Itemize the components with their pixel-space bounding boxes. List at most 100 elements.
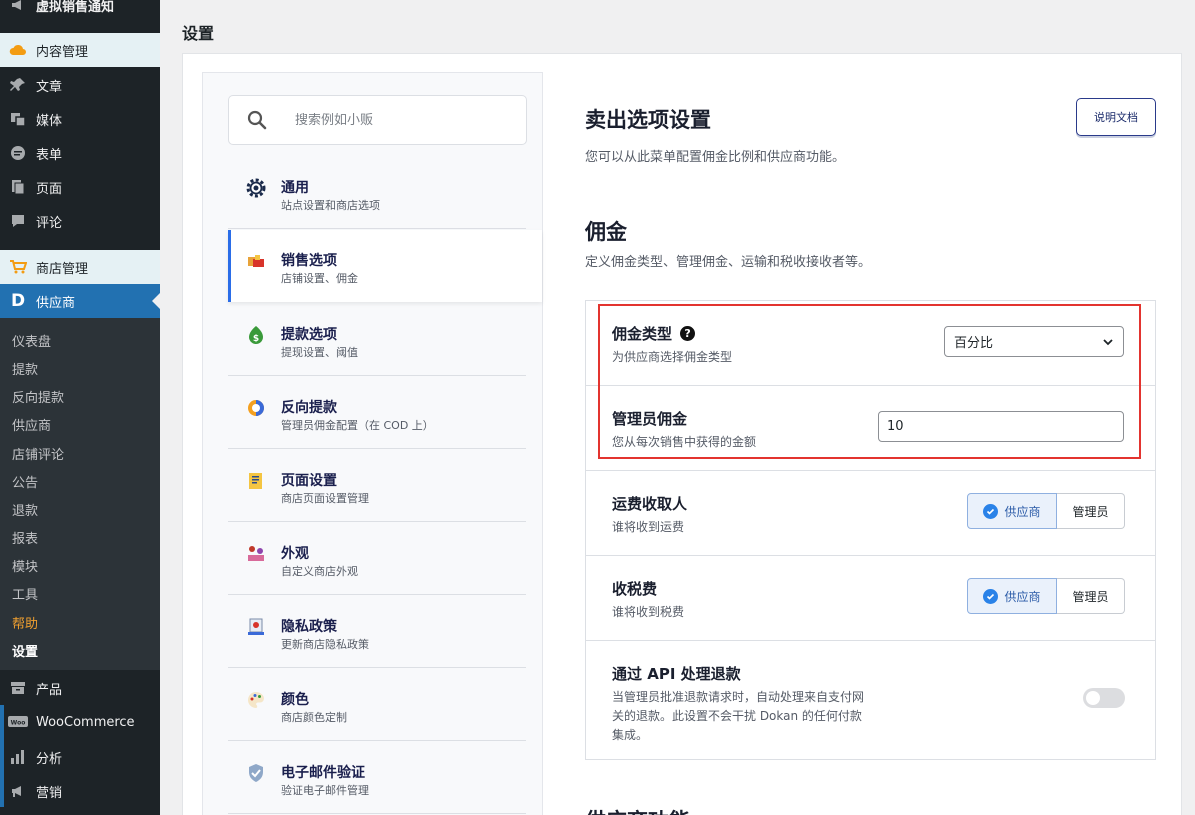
menu-item-media[interactable]: 媒体 bbox=[0, 102, 160, 136]
menu-item-comments[interactable]: 评论 bbox=[0, 204, 160, 238]
dokan-icon: D bbox=[10, 291, 26, 311]
chart-icon bbox=[8, 749, 28, 765]
commission-type-label: 佣金类型 bbox=[612, 325, 673, 343]
nav-item-desc: 自定义商店外观 bbox=[281, 565, 358, 578]
nav-item-appearance[interactable]: 外观 自定义商店外观 bbox=[228, 523, 526, 595]
api-refund-switch[interactable] bbox=[1083, 688, 1125, 708]
submenu-withdraw[interactable]: 提款 bbox=[12, 359, 38, 378]
accent-bar bbox=[0, 705, 4, 807]
menu-item-forms[interactable]: 表单 bbox=[0, 136, 160, 170]
menu-item-label: 供应商 bbox=[36, 295, 76, 311]
megaphone-icon bbox=[8, 0, 28, 13]
admin-commission-input[interactable] bbox=[878, 411, 1124, 442]
menu-item-label: 虚拟销售通知 bbox=[36, 0, 115, 15]
nav-item-desc: 店铺设置、佣金 bbox=[281, 272, 358, 285]
submenu-reports[interactable]: 报表 bbox=[12, 528, 38, 547]
privacy-icon bbox=[245, 616, 267, 638]
page-icon bbox=[8, 179, 28, 195]
nav-item-selling-options[interactable]: 销售选项 店铺设置、佣金 bbox=[228, 230, 542, 302]
option-vendor[interactable]: 供应商 bbox=[967, 493, 1057, 529]
switch-knob bbox=[1086, 691, 1100, 705]
gear-icon bbox=[245, 177, 267, 199]
menu-item-store-management[interactable]: 商店管理 bbox=[0, 250, 160, 284]
store-icon bbox=[245, 250, 267, 272]
submenu-refunds[interactable]: 退款 bbox=[12, 500, 38, 519]
menu-item-pages[interactable]: 页面 bbox=[0, 170, 160, 204]
cart-icon bbox=[8, 259, 28, 275]
shield-icon bbox=[245, 762, 267, 784]
nav-item-title: 电子邮件验证 bbox=[281, 765, 365, 781]
nav-item-desc: 验证电子邮件管理 bbox=[281, 784, 369, 797]
menu-item-label: 分析 bbox=[36, 751, 63, 767]
submenu-modules[interactable]: 模块 bbox=[12, 556, 38, 575]
admin-sidebar: 虚拟销售通知 内容管理 文章 媒体 表单 页面 评论 商店管理 D 供应商 仪表… bbox=[0, 0, 160, 815]
shipping-recipient-toggle: 供应商 管理员 bbox=[967, 493, 1125, 529]
menu-item-posts[interactable]: 文章 bbox=[0, 68, 160, 102]
submenu-reverse-withdraw[interactable]: 反向提款 bbox=[12, 387, 64, 406]
nav-item-title: 反向提款 bbox=[281, 400, 337, 416]
option-vendor[interactable]: 供应商 bbox=[967, 578, 1057, 614]
submenu-announcements[interactable]: 公告 bbox=[12, 472, 38, 491]
nav-item-general[interactable]: 通用 站点设置和商店选项 bbox=[228, 157, 526, 229]
section-title: 佣金 bbox=[585, 220, 627, 244]
comment-icon bbox=[8, 213, 28, 229]
submenu-settings[interactable]: 设置 bbox=[12, 641, 38, 660]
submenu-store-reviews[interactable]: 店铺评论 bbox=[12, 444, 64, 463]
nav-item-page-settings[interactable]: 页面设置 商店页面设置管理 bbox=[228, 450, 526, 522]
menu-item-woocommerce[interactable]: Woo WooCommerce bbox=[0, 705, 160, 739]
menu-item-label: 文章 bbox=[36, 79, 63, 95]
tax-recipient-toggle: 供应商 管理员 bbox=[967, 578, 1125, 614]
page-title: 设置 bbox=[182, 24, 215, 43]
content-subtitle: 您可以从此菜单配置佣金比例和供应商功能。 bbox=[585, 150, 846, 165]
nav-item-title: 通用 bbox=[281, 180, 309, 196]
reverse-icon bbox=[245, 397, 267, 419]
submenu-vendors[interactable]: 供应商 bbox=[12, 415, 51, 434]
menu-item-label: 商店管理 bbox=[36, 261, 89, 277]
nav-item-colors[interactable]: 颜色 商店颜色定制 bbox=[228, 669, 526, 741]
menu-item-analytics[interactable]: 分析 bbox=[0, 740, 160, 774]
settings-search[interactable] bbox=[228, 95, 527, 145]
api-refund-desc: 当管理员批准退款请求时，自动处理来自支付网关的退款。此设置不会干扰 Dokan … bbox=[612, 690, 865, 742]
select-value: 百分比 bbox=[954, 336, 994, 351]
menu-item-vendors[interactable]: D 供应商 bbox=[0, 284, 160, 318]
nav-item-withdraw-options[interactable]: $ 提款选项 提现设置、阈值 bbox=[228, 304, 526, 376]
nav-item-desc: 更新商店隐私政策 bbox=[281, 638, 369, 651]
search-input[interactable] bbox=[295, 112, 515, 128]
menu-item-label: 产品 bbox=[36, 682, 63, 698]
menu-item-products[interactable]: 产品 bbox=[0, 671, 160, 705]
option-admin[interactable]: 管理员 bbox=[1057, 578, 1125, 614]
nav-item-desc: 管理员佣金配置（在 COD 上） bbox=[281, 419, 434, 432]
option-label: 管理员 bbox=[1072, 589, 1109, 604]
menu-item-marketing[interactable]: 营销 bbox=[0, 774, 160, 808]
row-label: 佣金类型 ? bbox=[612, 323, 696, 344]
api-refund-label: 通过 API 处理退款 bbox=[612, 665, 741, 683]
search-icon bbox=[247, 110, 269, 130]
pin-icon bbox=[8, 77, 28, 93]
submenu-tools[interactable]: 工具 bbox=[12, 584, 38, 603]
documentation-button[interactable]: 说明文档 bbox=[1076, 98, 1156, 136]
nav-item-title: 外观 bbox=[281, 546, 309, 562]
nav-item-title: 页面设置 bbox=[281, 473, 337, 489]
menu-item-label: WooCommerce bbox=[36, 714, 135, 730]
option-admin[interactable]: 管理员 bbox=[1057, 493, 1125, 529]
submenu-dashboard[interactable]: 仪表盘 bbox=[12, 331, 51, 350]
submenu-help[interactable]: 帮助 bbox=[12, 613, 38, 632]
nav-item-desc: 提现设置、阈值 bbox=[281, 346, 358, 359]
commission-type-select[interactable]: 百分比 bbox=[944, 326, 1124, 357]
menu-item-content-management[interactable]: 内容管理 bbox=[0, 33, 160, 67]
option-label: 供应商 bbox=[1004, 504, 1041, 519]
palette-icon bbox=[245, 689, 267, 711]
nav-item-reverse-withdraw[interactable]: 反向提款 管理员佣金配置（在 COD 上） bbox=[228, 377, 526, 449]
form-icon bbox=[8, 145, 28, 161]
menu-item-label: 内容管理 bbox=[36, 44, 89, 60]
content-title: 卖出选项设置 bbox=[585, 108, 711, 132]
menu-item-virtual-sales[interactable]: 虚拟销售通知 bbox=[0, 0, 160, 22]
nav-item-desc: 商店页面设置管理 bbox=[281, 492, 369, 505]
nav-item-privacy-policy[interactable]: 隐私政策 更新商店隐私政策 bbox=[228, 596, 526, 668]
nav-item-email-verification[interactable]: 电子邮件验证 验证电子邮件管理 bbox=[228, 742, 526, 814]
menu-item-label: 营销 bbox=[36, 785, 63, 801]
next-section-title: 供应商功能 bbox=[585, 805, 690, 815]
admin-commission-label: 管理员佣金 bbox=[612, 410, 688, 428]
vendor-submenu: 仪表盘 提款 反向提款 供应商 店铺评论 公告 退款 报表 模块 工具 帮助 设… bbox=[0, 318, 160, 670]
help-icon[interactable]: ? bbox=[680, 326, 696, 341]
